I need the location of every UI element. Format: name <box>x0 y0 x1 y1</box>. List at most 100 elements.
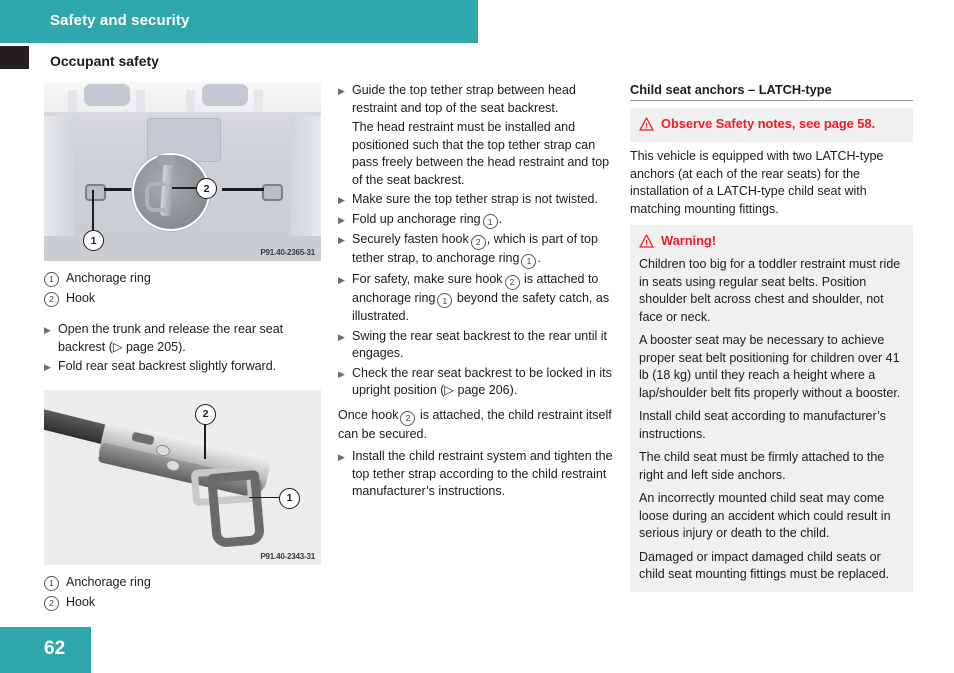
warning-title: Warning! <box>661 233 716 248</box>
warning-paragraph: An incorrectly mounted child seat may co… <box>639 491 891 540</box>
legend-item: 2 Hook <box>44 289 327 308</box>
callout-number-icon: 2 <box>470 235 486 250</box>
callout-number-icon: 1 <box>521 253 537 269</box>
list-item: ▶ Securely fasten hook 2, which is part o… <box>338 231 621 269</box>
legend-label: Hook <box>66 594 96 609</box>
observe-note-text: Observe Safety notes, see page 58. <box>661 116 876 131</box>
warning-paragraph: Damaged or impact damaged child seats or… <box>639 549 890 582</box>
figure2-callout-1: 1 <box>279 487 300 509</box>
figure1-hook-head <box>157 155 175 165</box>
note-paragraph: The head restraint must be installed and… <box>352 120 610 187</box>
section-heading: Occupant safety <box>50 53 159 69</box>
figure1-anchorage-ring-left <box>85 184 106 201</box>
figure-hook-detail: 2 1 P91.40-2343-31 <box>44 389 321 565</box>
figure2-legend: 1 Anchorage ring 2 Hook <box>44 573 327 612</box>
middle-paragraph: Once hook 2 is attached, the child restra… <box>338 407 621 443</box>
figure2-part-code: P91.40-2343-31 <box>260 551 315 561</box>
warning-box: Warning! Children too big for a toddler … <box>630 225 913 592</box>
list-item-text: For safety, make sure hook <box>352 271 503 286</box>
subsection-heading: Child seat anchors – LATCH-type <box>630 82 832 97</box>
callout-number-icon: 1 <box>482 214 498 230</box>
figure1-callout-1: 1 <box>83 230 104 251</box>
list-item: ▶ Guide the top tether strap between hea… <box>338 82 621 117</box>
figure1-leader-line <box>222 188 264 191</box>
observe-note-header: Observe Safety notes, see page 58. <box>639 115 904 135</box>
middle-instruction-list: ▶ Guide the top tether strap between hea… <box>338 82 621 117</box>
warning-header: Warning! <box>639 232 904 252</box>
list-item-text: Fold rear seat backrest slightly forward… <box>58 359 277 373</box>
left-column: 1 2 P91.40-2365-31 1 Anchorage ring 2 Ho… <box>44 82 327 613</box>
paragraph-text: Once hook <box>338 407 399 422</box>
middle-instruction-list-2: ▶ Make sure the top tether strap is not … <box>338 191 621 400</box>
figure2-leader-line <box>249 496 279 499</box>
warning-paragraph: A booster seat may be necessary to achie… <box>639 333 901 400</box>
right-column: Child seat anchors – LATCH-type Observe … <box>630 82 913 592</box>
figure1-hook-curve <box>145 182 166 212</box>
list-item: ▶ Fold up anchorage ring 1. <box>338 211 621 230</box>
list-item-text: Check the rear seat backrest to be locke… <box>352 365 612 398</box>
warning-triangle-icon <box>639 117 654 135</box>
left-instruction-list: ▶ Open the trunk and release the rear se… <box>44 321 327 376</box>
middle-column: ▶ Guide the top tether strap between hea… <box>338 82 621 503</box>
bullet-arrow-icon: ▶ <box>338 368 345 379</box>
latch-intro-paragraph: This vehicle is equipped with two LATCH-… <box>630 149 884 216</box>
page-number: 62 <box>44 638 66 659</box>
warning-triangle-icon <box>639 234 654 252</box>
legend-label: Hook <box>66 291 96 305</box>
legend-label: Anchorage ring <box>66 574 151 589</box>
list-item: ▶ Fold rear seat backrest slightly forwa… <box>44 358 327 376</box>
bullet-arrow-icon: ▶ <box>338 86 345 96</box>
figure1-legend: 1 Anchorage ring 2 Hook <box>44 269 327 308</box>
warning-paragraph: Children too big for a toddler restraint… <box>639 257 901 324</box>
list-item-text: Guide the top tether strap between head … <box>352 83 576 115</box>
figure1-anchorage-ring-right <box>262 184 283 201</box>
callout-number-icon: 1 <box>437 293 453 309</box>
figure1-headrest-right <box>202 84 248 106</box>
list-item: ▶ Install the child restraint system and… <box>338 448 621 501</box>
bullet-arrow-icon: ▶ <box>338 452 345 462</box>
callout-number-icon: 1 <box>44 575 59 591</box>
list-item: ▶ Swing the rear seat backrest to the re… <box>338 328 621 363</box>
legend-label: Anchorage ring <box>66 271 151 285</box>
figure1-part-code: P91.40-2365-31 <box>260 248 315 257</box>
list-item-text-tail: . <box>498 211 503 226</box>
bullet-arrow-icon: ▶ <box>338 274 345 285</box>
chapter-tab-marker <box>0 46 29 69</box>
figure1-post <box>68 90 77 112</box>
figure1-callout-2: 2 <box>196 178 217 199</box>
callout-number-icon: 2 <box>44 292 59 307</box>
bullet-arrow-icon: ▶ <box>44 362 51 372</box>
bullet-arrow-icon: ▶ <box>338 331 345 342</box>
legend-item: 1 Anchorage ring <box>44 573 327 592</box>
legend-item: 2 Hook <box>44 593 327 612</box>
warning-paragraph: The child seat must be firmly attached t… <box>639 450 885 482</box>
bullet-arrow-icon: ▶ <box>338 214 345 225</box>
observe-safety-note-box: Observe Safety notes, see page 58. <box>630 108 913 142</box>
callout-number-icon: 2 <box>504 274 520 290</box>
list-item-text: Install the child restraint system and t… <box>352 449 613 498</box>
list-item-text: Swing the rear seat backrest to the rear… <box>352 328 607 361</box>
figure1-post <box>136 90 145 112</box>
bullet-arrow-icon: ▶ <box>338 235 345 246</box>
page-title: Safety and security <box>50 12 190 29</box>
legend-item: 1 Anchorage ring <box>44 269 327 288</box>
callout-number-icon: 2 <box>44 595 59 611</box>
heading-divider <box>630 100 913 101</box>
bullet-arrow-icon: ▶ <box>338 195 345 205</box>
figure2-callout-2: 2 <box>195 403 216 425</box>
list-item: ▶ For safety, make sure hook 2 is attache… <box>338 271 621 326</box>
list-item-text: Open the trunk and release the rear seat… <box>58 322 284 354</box>
figure1-post <box>254 90 263 112</box>
list-item-text: Make sure the top tether strap is not tw… <box>352 192 598 206</box>
list-item-text-tail: . <box>537 251 541 265</box>
figure1-leader-line <box>172 187 198 189</box>
figure2-leader-line <box>204 422 206 459</box>
figure1-post <box>186 90 195 112</box>
list-item: ▶ Check the rear seat backrest to be loc… <box>338 365 621 400</box>
callout-number-icon: 2 <box>400 410 416 426</box>
figure1-side-panel-right <box>291 116 321 236</box>
warning-paragraph: Install child seat according to manufact… <box>639 409 886 441</box>
list-item-text: Fold up anchorage ring <box>352 211 481 226</box>
figure1-headrest-left <box>84 84 130 106</box>
list-item: ▶ Open the trunk and release the rear se… <box>44 321 327 356</box>
